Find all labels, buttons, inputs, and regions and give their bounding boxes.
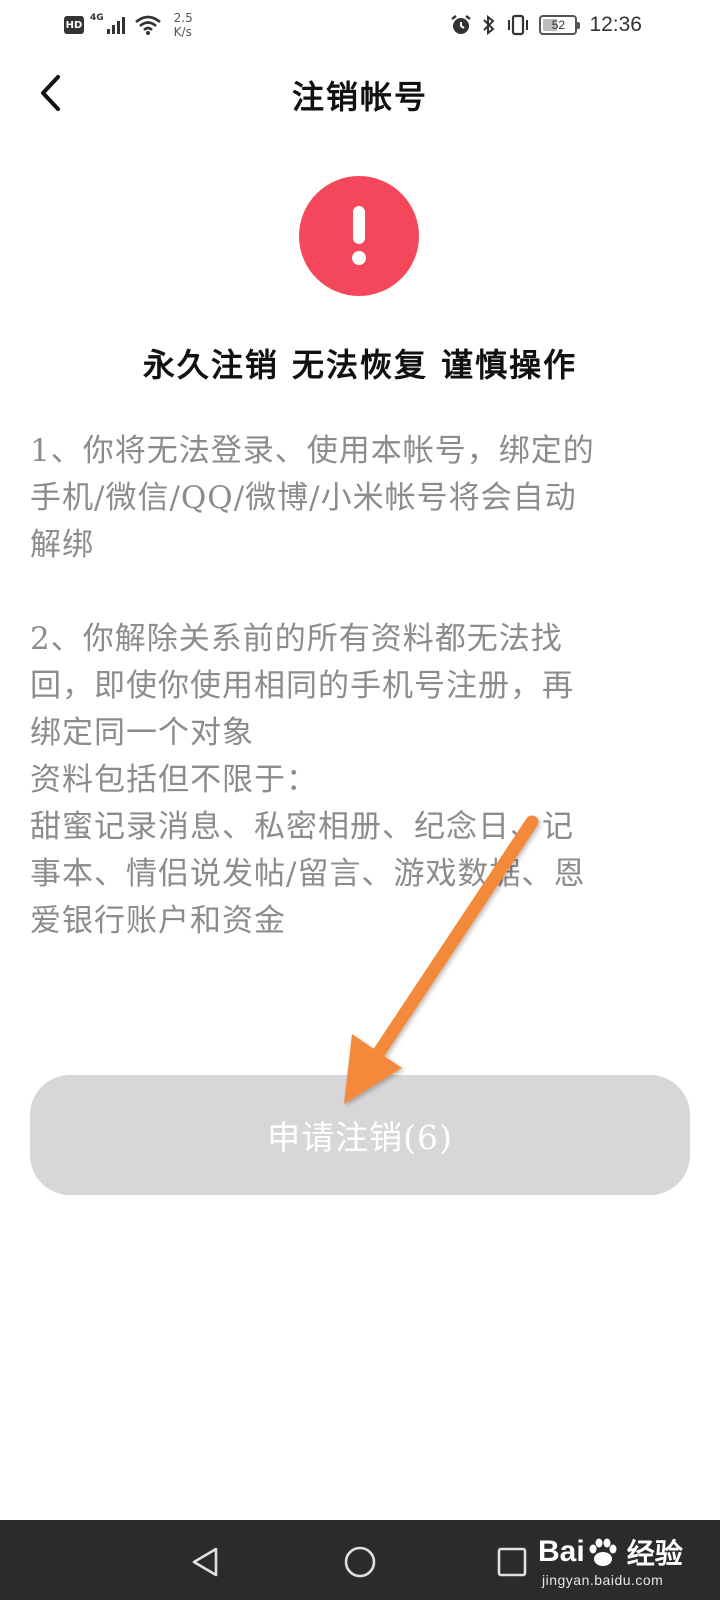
notice-line: 2、你解除关系前的所有资料都无法找 bbox=[30, 621, 563, 657]
status-left: HD 4G 2.5 K/s bbox=[64, 10, 193, 40]
warning-icon bbox=[299, 176, 419, 296]
cancellation-notice: 1、你将无法登录、使用本帐号，绑定的 手机/微信/QQ/微博/小米帐号将会自动 … bbox=[30, 428, 690, 945]
warning-heading: 永久注销 无法恢复 谨慎操作 bbox=[142, 346, 578, 384]
alarm-icon bbox=[451, 15, 472, 34]
hd-badge: HD bbox=[64, 16, 84, 34]
bluetooth-icon bbox=[483, 14, 495, 36]
page-title: 注销帐号 bbox=[291, 78, 428, 116]
battery-percent: 52 bbox=[551, 18, 566, 32]
speed-unit: K/s bbox=[173, 25, 192, 39]
wifi-icon bbox=[134, 15, 161, 35]
notice-line: 事本、情侣说发帖/留言、游戏数据、恩 bbox=[30, 856, 586, 892]
notice-line: 甜蜜记录消息、私密相册、纪念日、记 bbox=[30, 809, 574, 845]
notice-spacer bbox=[30, 569, 690, 616]
nav-back-button[interactable] bbox=[183, 1540, 227, 1584]
notice-line: 资料包括但不限于： bbox=[30, 762, 318, 798]
page-header: 注销帐号 bbox=[0, 60, 720, 130]
clock: 12:36 bbox=[589, 13, 642, 36]
exclamation-icon bbox=[352, 206, 366, 265]
triangle-back-icon bbox=[192, 1547, 218, 1577]
watermark-url: jingyan.baidu.com bbox=[542, 1572, 664, 1588]
watermark-brand: Bai 经验 bbox=[538, 1532, 683, 1572]
circle-home-icon bbox=[344, 1546, 376, 1578]
notice-line: 爱银行账户和资金 bbox=[30, 903, 286, 939]
speed-value: 2.5 bbox=[173, 11, 193, 25]
status-right: 52 12:36 bbox=[449, 10, 642, 40]
baidu-jingyan-watermark: Bai 经验 jingyan.baidu.com bbox=[528, 1528, 706, 1594]
nav-home-button[interactable] bbox=[338, 1540, 382, 1584]
signal-icon bbox=[106, 17, 125, 34]
paw-icon bbox=[589, 1538, 617, 1566]
notice-line: 1、你将无法登录、使用本帐号，绑定的 bbox=[30, 433, 595, 469]
vibrate-icon bbox=[508, 14, 529, 36]
watermark-bai: Bai bbox=[538, 1535, 585, 1568]
apply-cancel-button[interactable]: 申请注销(6) bbox=[30, 1075, 690, 1195]
network-speed: 2.5 K/s bbox=[174, 11, 193, 39]
notice-line: 回，即使你使用相同的手机号注册，再 bbox=[30, 668, 574, 704]
watermark-jingyan: 经验 bbox=[626, 1537, 683, 1570]
notice-line: 手机/微信/QQ/微博/小米帐号将会自动 bbox=[30, 480, 577, 516]
notice-line: 绑定同一个对象 bbox=[30, 715, 254, 751]
status-bar: HD 4G 2.5 K/s 52 12:36 bbox=[0, 0, 720, 50]
battery-indicator: 52 bbox=[539, 15, 581, 35]
network-type: 4G bbox=[90, 13, 104, 23]
notice-line: 解绑 bbox=[30, 527, 94, 563]
navigation-bar: Bai 经验 jingyan.baidu.com bbox=[0, 1520, 720, 1600]
square-recents-icon bbox=[497, 1547, 527, 1577]
